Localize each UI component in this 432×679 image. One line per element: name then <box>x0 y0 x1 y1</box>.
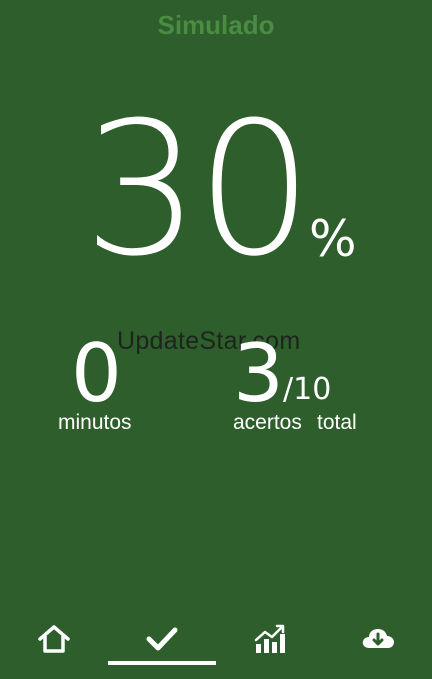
stats-chart-icon <box>254 623 286 655</box>
score-percent: 30 <box>83 83 313 297</box>
home-icon <box>37 624 71 654</box>
active-tab-indicator <box>108 661 216 665</box>
minutes-label: minutos <box>58 411 132 434</box>
total-count: /10 <box>283 372 332 407</box>
nav-home-button[interactable] <box>0 615 108 663</box>
correct-count: 3 <box>233 327 284 420</box>
cloud-download-icon <box>361 626 395 652</box>
percent-sign: % <box>309 210 357 268</box>
nav-download-button[interactable] <box>324 615 432 663</box>
nav-stats-button[interactable] <box>216 615 324 663</box>
bottom-nav <box>0 607 432 679</box>
page-title: Simulado <box>157 10 275 40</box>
minutes-value: 0 <box>71 327 122 420</box>
correct-label: acertos <box>233 411 302 434</box>
check-icon <box>146 626 178 652</box>
nav-results-button[interactable] <box>108 615 216 663</box>
total-label: total <box>317 411 357 434</box>
